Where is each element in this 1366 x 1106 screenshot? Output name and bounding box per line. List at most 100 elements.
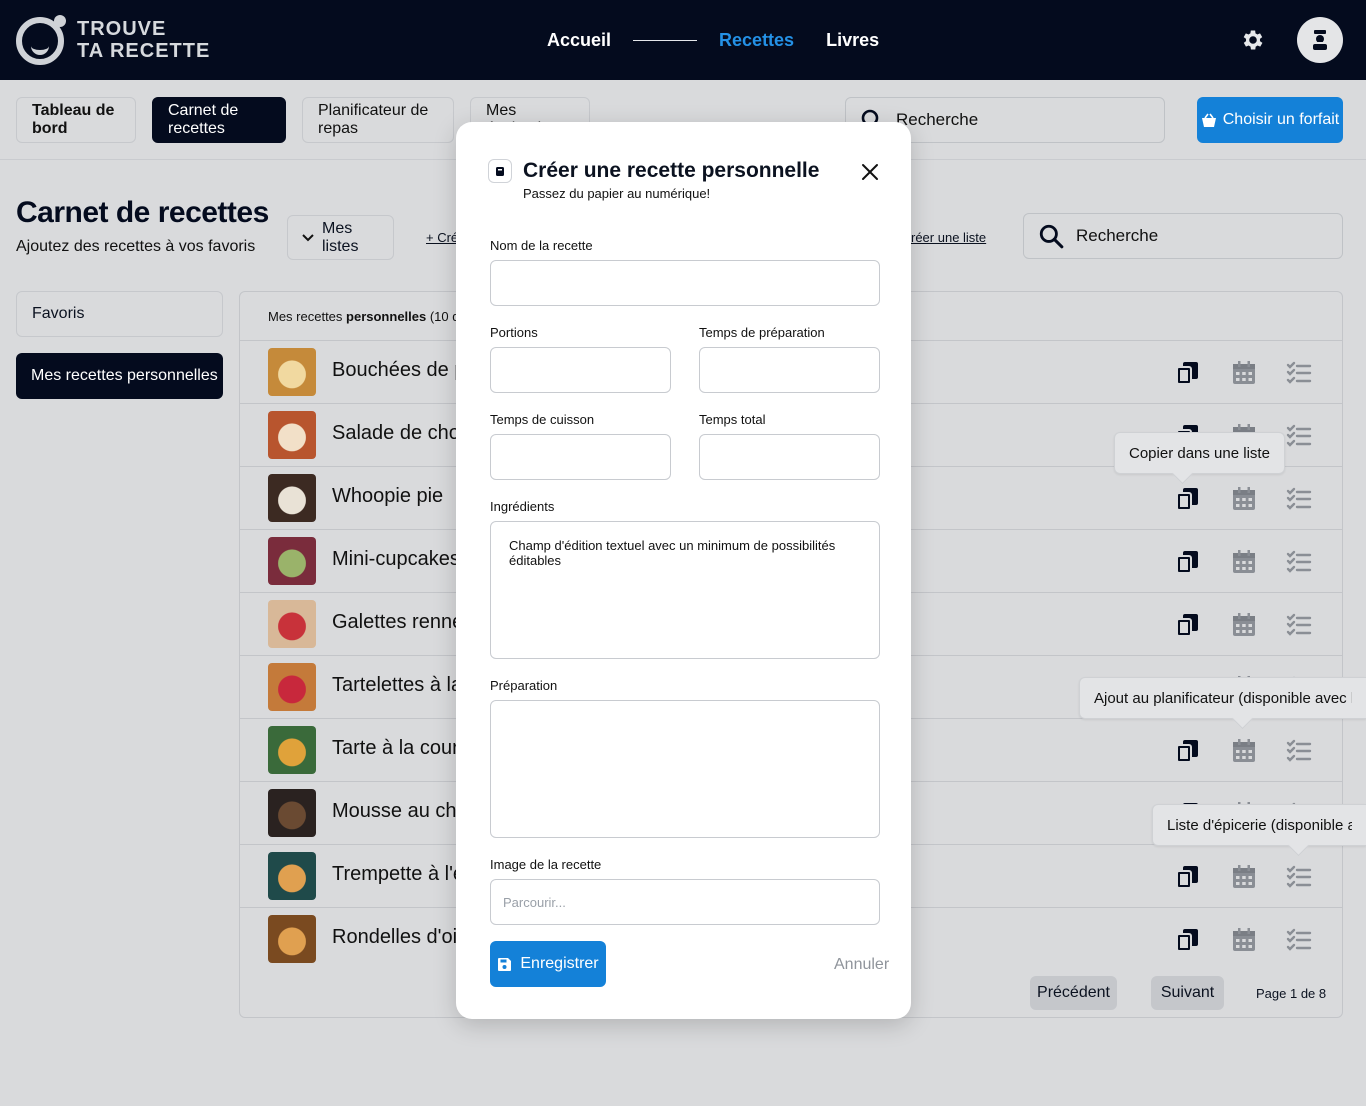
checklist-icon[interactable] xyxy=(1285,359,1313,387)
choose-plan-button[interactable]: Choisir un forfait xyxy=(1197,97,1343,143)
page-title: Carnet de recettes xyxy=(16,196,269,229)
dropdown-label: Mes listes xyxy=(321,219,359,255)
sidebar-item-personal-recipes[interactable]: Mes recettes personnelles xyxy=(16,353,223,399)
copy-icon[interactable] xyxy=(1174,485,1202,513)
checklist-icon[interactable] xyxy=(1285,737,1313,765)
recipe-thumbnail xyxy=(268,726,316,774)
copy-icon[interactable] xyxy=(1174,926,1202,954)
field-value: Champ d'édition textuel avec un minimum … xyxy=(509,538,836,568)
prep-time-input[interactable] xyxy=(699,347,880,393)
brand-line2: TA RECETTE xyxy=(77,40,211,62)
page-indicator: Page 1 de 8 xyxy=(1256,986,1327,1001)
page-subtitle: Ajoutez des recettes à vos favoris xyxy=(16,238,256,255)
calendar-icon[interactable] xyxy=(1230,548,1258,576)
ingredients-textarea[interactable]: Champ d'édition textuel avec un minimum … xyxy=(490,521,880,659)
ingredients-label: Ingrédients xyxy=(490,499,555,514)
name-label: Nom de la recette xyxy=(490,238,593,253)
checklist-icon[interactable] xyxy=(1285,548,1313,576)
prep-time-label: Temps de préparation xyxy=(699,325,825,340)
calendar-icon[interactable] xyxy=(1230,863,1258,891)
checklist-icon[interactable] xyxy=(1285,422,1313,450)
recipe-thumbnail xyxy=(268,474,316,522)
recipe-title[interactable]: Whoopie pie xyxy=(332,485,443,508)
save-label: Enregistrer xyxy=(520,955,599,972)
prev-label: Précédent xyxy=(1037,984,1110,1001)
tab-label: Planificateur de repas xyxy=(318,102,429,137)
chef-avatar-icon xyxy=(1313,30,1327,50)
tab-dashboard[interactable]: Tableau de bord xyxy=(16,97,136,143)
search-placeholder: Recherche xyxy=(896,110,979,129)
my-lists-dropdown[interactable]: Mes listes xyxy=(287,215,394,260)
next-label: Suivant xyxy=(1160,984,1215,1001)
avatar[interactable] xyxy=(1297,17,1343,63)
tooltip-text: Ajout au planificateur (disponible avec … xyxy=(1094,689,1352,707)
modal-subtitle: Passez du papier au numérique! xyxy=(523,186,711,201)
modal-title: Créer une recette personnelle xyxy=(523,159,820,182)
recipe-thumbnail xyxy=(268,915,316,963)
checklist-icon[interactable] xyxy=(1285,611,1313,639)
calendar-icon[interactable] xyxy=(1230,611,1258,639)
total-time-label: Temps total xyxy=(699,412,766,427)
basket-icon xyxy=(1201,113,1216,127)
next-button[interactable]: Suivant xyxy=(1151,976,1224,1010)
recipe-thumbnail xyxy=(268,852,316,900)
close-icon[interactable] xyxy=(858,160,882,184)
gear-icon[interactable] xyxy=(1240,27,1266,53)
nav-divider xyxy=(633,40,698,41)
calendar-icon[interactable] xyxy=(1230,737,1258,765)
nav-books[interactable]: Livres xyxy=(826,30,879,51)
calendar-icon[interactable] xyxy=(1230,926,1258,954)
previous-button[interactable]: Précédent xyxy=(1030,976,1117,1010)
recipe-name-input[interactable] xyxy=(490,260,880,306)
nav-recipes[interactable]: Recettes xyxy=(719,30,794,51)
chevron-down-icon xyxy=(302,233,314,241)
calendar-icon[interactable] xyxy=(1230,359,1258,387)
portions-input[interactable] xyxy=(490,347,671,393)
recipe-thumbnail xyxy=(268,411,316,459)
sidebar-item-label: Favoris xyxy=(32,305,85,322)
search-icon xyxy=(1039,224,1064,249)
grocery-tooltip: Liste d'épicerie (disponible avec le fo xyxy=(1152,804,1366,846)
search-placeholder: Recherche xyxy=(1076,226,1159,245)
recipe-thumbnail xyxy=(268,663,316,711)
cook-time-input[interactable] xyxy=(490,434,671,480)
tab-meal-planner[interactable]: Planificateur de repas xyxy=(302,97,454,143)
copy-icon[interactable] xyxy=(1174,359,1202,387)
cook-time-label: Temps de cuisson xyxy=(490,412,595,427)
checklist-icon[interactable] xyxy=(1285,926,1313,954)
image-label: Image de la recette xyxy=(490,857,602,872)
cancel-button[interactable]: Annuler xyxy=(834,956,889,974)
sidebar-item-label: Mes recettes personnelles xyxy=(31,367,218,384)
nav-home[interactable]: Accueil xyxy=(547,30,611,51)
copy-tooltip: Copier dans une liste xyxy=(1114,432,1285,474)
copy-icon[interactable] xyxy=(1174,737,1202,765)
planner-tooltip: Ajout au planificateur (disponible avec … xyxy=(1079,677,1366,719)
sidebar-item-favorites[interactable]: Favoris xyxy=(16,291,223,337)
copy-icon[interactable] xyxy=(1174,863,1202,891)
copy-icon[interactable] xyxy=(1174,611,1202,639)
checklist-icon[interactable] xyxy=(1285,863,1313,891)
tab-label: Carnet de recettes xyxy=(168,102,239,137)
checklist-icon[interactable] xyxy=(1285,485,1313,513)
top-navbar: TROUVE TA RECETTE Accueil Recettes Livre… xyxy=(0,0,1366,80)
choose-plan-label: Choisir un forfait xyxy=(1222,111,1340,128)
recipe-search[interactable]: Recherche xyxy=(1023,213,1343,259)
create-list-link-2[interactable]: réer une liste xyxy=(911,230,986,245)
save-button[interactable]: Enregistrer xyxy=(490,941,606,987)
file-placeholder: Parcourir... xyxy=(503,895,566,910)
tab-label: Tableau de bord xyxy=(32,102,115,137)
brand-logo[interactable]: TROUVE TA RECETTE xyxy=(16,15,216,65)
recipe-thumbnail xyxy=(268,537,316,585)
preparation-label: Préparation xyxy=(490,678,558,693)
image-file-input[interactable]: Parcourir... xyxy=(490,879,880,925)
tooltip-text: Liste d'épicerie (disponible avec le fo xyxy=(1167,816,1352,834)
preparation-textarea[interactable] xyxy=(490,700,880,838)
logo-dot xyxy=(54,15,66,27)
calendar-icon[interactable] xyxy=(1230,485,1258,513)
heading-bold: personnelles xyxy=(346,309,427,324)
total-time-input[interactable] xyxy=(699,434,880,480)
tab-recipe-book[interactable]: Carnet de recettes xyxy=(152,97,286,143)
copy-icon[interactable] xyxy=(1174,548,1202,576)
brand-line1: TROUVE xyxy=(77,18,167,40)
recipe-thumbnail xyxy=(268,789,316,837)
